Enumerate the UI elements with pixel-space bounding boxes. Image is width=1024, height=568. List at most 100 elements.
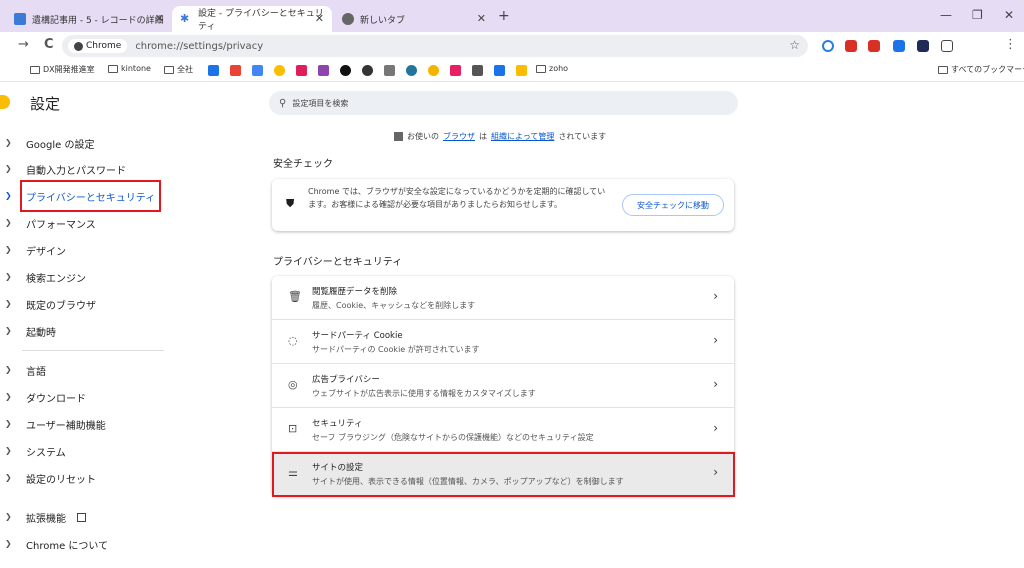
sparkle-icon[interactable]: [318, 65, 329, 76]
bookmark-label: すべてのブックマーク: [951, 65, 1024, 74]
chrome-favicon-icon: [342, 13, 354, 25]
gmail-icon[interactable]: [230, 65, 241, 76]
tab-close-icon[interactable]: ✕: [477, 12, 486, 25]
sidebar-item-startup[interactable]: 起動時: [26, 324, 56, 339]
address-bar[interactable]: Chrome chrome://settings/privacy ☆: [62, 35, 808, 57]
extension-ring-icon[interactable]: [822, 40, 834, 52]
site-chip[interactable]: Chrome: [68, 39, 128, 53]
bookmark-folder-kintone[interactable]: kintone: [108, 64, 151, 73]
search-input[interactable]: 設定項目を検索: [292, 98, 348, 109]
bookmark-label: zoho: [549, 64, 569, 73]
bookmark-label: DX開発推進室: [43, 65, 95, 74]
managed-notice: お使いの ブラウザは組織によって管理 されています: [394, 131, 606, 142]
extension-blue-icon[interactable]: [893, 40, 905, 52]
new-tab-button[interactable]: +: [498, 8, 510, 24]
menu-button[interactable]: ⋮: [1004, 37, 1017, 52]
extension-dark-icon[interactable]: [917, 40, 929, 52]
bookmark-folder-all[interactable]: 全社: [164, 64, 193, 75]
trash-icon: 🗑: [288, 290, 302, 303]
grid-app-icon[interactable]: [384, 65, 395, 76]
cookie-icon: ◌: [288, 334, 298, 347]
sidebar-edge-icon: ❯: [5, 245, 12, 254]
managed-text: お使いの: [407, 132, 439, 141]
bookmark-label: 全社: [177, 65, 193, 74]
forward-button[interactable]: →: [18, 37, 29, 52]
bookmark-icon[interactable]: [472, 65, 483, 76]
google-icon[interactable]: [274, 65, 285, 76]
bookmark-folder-dx[interactable]: DX開発推進室: [30, 64, 95, 75]
sidebar-item-autofill[interactable]: 自動入力とパスワード: [26, 162, 126, 177]
puzzle-icon[interactable]: [941, 40, 953, 52]
sidebar-edge-icon: ❯: [5, 446, 12, 455]
sidebar-edge-icon: ❯: [5, 164, 12, 173]
url-text[interactable]: chrome://settings/privacy: [135, 41, 263, 52]
sidebar-item-system[interactable]: システム: [26, 444, 66, 459]
bookmarks-bar: DX開発推進室 kintone 全社 zoho すべてのブックマーク: [0, 60, 1024, 82]
row-title: サードパーティ Cookie: [312, 331, 403, 341]
row-clear-browsing-data[interactable]: 🗑 閲覧履歴データを削除 履歴、Cookie、キャッシュなどを削除します ›: [272, 276, 734, 320]
tab-settings[interactable]: ✱ 設定 - プライバシーとセキュリティ ✕: [172, 6, 332, 32]
chatgpt-icon[interactable]: [340, 65, 351, 76]
bookmark-icon[interactable]: [516, 65, 527, 76]
safety-check-button[interactable]: 安全チェックに移動: [622, 194, 724, 216]
tab-record-detail[interactable]: 遺構記事用 - 5 - レコードの詳細 ✕: [6, 6, 172, 32]
bookmark-star-icon[interactable]: ☆: [789, 38, 800, 52]
bookmark-icon[interactable]: [428, 65, 439, 76]
calendar-icon[interactable]: [252, 65, 263, 76]
sidebar-item-accessibility[interactable]: ユーザー補助機能: [26, 417, 106, 432]
chevron-right-icon: ›: [713, 289, 718, 303]
settings-search[interactable]: ⚲ 設定項目を検索: [269, 91, 738, 115]
circle-app-icon[interactable]: [362, 65, 373, 76]
sidebar-edge-icon: ❯: [5, 299, 12, 308]
building-icon: [394, 132, 403, 141]
row-security[interactable]: ⊡ セキュリティ セーフ ブラウジング（危険なサイトからの保護機能）などのセキュ…: [272, 408, 734, 452]
sidebar-item-reset[interactable]: 設定のリセット: [26, 471, 96, 486]
sidebar-edge-icon: ❯: [5, 473, 12, 482]
window-close-button[interactable]: ✕: [1004, 8, 1014, 22]
folder-icon: [164, 65, 174, 74]
pdf-extension-icon[interactable]: [845, 40, 857, 52]
sidebar-item-default-browser[interactable]: 既定のブラウザ: [26, 297, 96, 312]
wordpress-icon[interactable]: [406, 65, 417, 76]
site-chip-label: Chrome: [86, 41, 122, 51]
sidebar-edge-icon: ❯: [5, 365, 12, 374]
tab-close-icon[interactable]: ✕: [155, 12, 164, 25]
reload-button[interactable]: C: [44, 37, 54, 52]
folder-icon: [536, 64, 546, 73]
sidebar-item-downloads[interactable]: ダウンロード: [26, 390, 86, 405]
row-subtitle: セーフ ブラウジング（危険なサイトからの保護機能）などのセキュリティ設定: [312, 433, 594, 442]
managed-text: されています: [558, 132, 607, 141]
highlight-box: [272, 452, 735, 497]
sidebar-item-performance[interactable]: パフォーマンス: [26, 216, 96, 231]
bookmark-icon[interactable]: [450, 65, 461, 76]
bookmark-icon[interactable]: [494, 65, 505, 76]
bookmark-icon[interactable]: [208, 65, 219, 76]
maximize-button[interactable]: ❐: [972, 8, 983, 22]
bookmark-label: kintone: [121, 64, 151, 73]
managed-link[interactable]: 組織によって管理: [491, 131, 554, 142]
chevron-right-icon: ›: [713, 333, 718, 347]
slack-icon[interactable]: [296, 65, 307, 76]
tab-label: 新しいタブ: [360, 15, 406, 26]
tab-strip: 遺構記事用 - 5 - レコードの詳細 ✕ ✱ 設定 - プライバシーとセキュリ…: [0, 0, 1024, 32]
all-bookmarks-folder[interactable]: すべてのブックマーク: [938, 64, 1024, 75]
tab-close-icon[interactable]: ✕: [315, 12, 324, 25]
browser-link[interactable]: ブラウザ: [443, 131, 475, 142]
chevron-right-icon: ›: [713, 377, 718, 391]
sidebar-item-language[interactable]: 言語: [26, 363, 46, 378]
sidebar-item-extensions[interactable]: 拡張機能: [26, 510, 87, 525]
sidebar-item-google[interactable]: Google の設定: [26, 136, 94, 151]
minimize-button[interactable]: —: [940, 8, 952, 22]
row-ad-privacy[interactable]: ◎ 広告プライバシー ウェブサイトが広告表示に使用する情報をカスタマイズします …: [272, 364, 734, 408]
kintone-favicon-icon: [14, 13, 26, 25]
sidebar-item-search-engine[interactable]: 検索エンジン: [26, 270, 86, 285]
ad-privacy-icon: ◎: [288, 378, 298, 391]
sidebar-item-about[interactable]: Chrome について: [26, 537, 108, 552]
row-third-party-cookies[interactable]: ◌ サードパーティ Cookie サードパーティの Cookie が許可されてい…: [272, 320, 734, 364]
tab-new-tab[interactable]: 新しいタブ ✕: [334, 6, 494, 32]
row-subtitle: ウェブサイトが広告表示に使用する情報をカスタマイズします: [312, 389, 536, 398]
new-extension-icon[interactable]: [868, 40, 880, 52]
privacy-heading: プライバシーとセキュリティ: [273, 257, 403, 268]
sidebar-item-design[interactable]: デザイン: [26, 243, 66, 258]
bookmark-folder-zoho[interactable]: zoho: [536, 64, 568, 73]
